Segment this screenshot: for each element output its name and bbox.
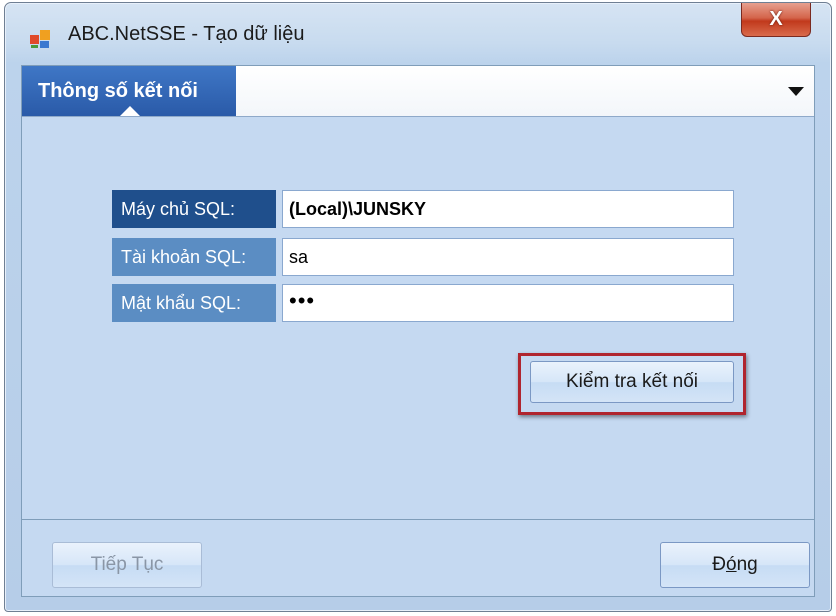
password-input[interactable]: •••	[282, 284, 734, 322]
tab-notch	[120, 106, 140, 116]
chevron-down-icon[interactable]	[784, 80, 808, 102]
window-title: ABC.NetSSE - Tạo dữ liệu	[68, 23, 305, 45]
close-label-accel: ó	[726, 554, 737, 575]
close-label-suffix: ng	[736, 554, 758, 575]
tab-strip: Thông số kết nối	[22, 66, 814, 117]
close-label-prefix: Đ	[712, 554, 726, 575]
password-label: Mật khẩu SQL:	[112, 284, 276, 322]
tab-label: Thông số kết nối	[38, 80, 198, 102]
tab-panel: Máy chủ SQL: (Local)\JUNSKY Tài khoản SQ…	[22, 117, 814, 520]
close-icon: X	[769, 8, 783, 30]
server-row: Máy chủ SQL: (Local)\JUNSKY	[112, 190, 734, 228]
dialog-body: Thông số kết nối Máy chủ SQL: (Local)\JU…	[21, 65, 815, 597]
test-connection-button[interactable]: Kiểm tra kết nối	[530, 361, 734, 403]
server-label: Máy chủ SQL:	[112, 190, 276, 228]
password-row: Mật khẩu SQL: •••	[112, 284, 734, 322]
title-bar: ABC.NetSSE - Tạo dữ liệu X	[5, 3, 831, 63]
close-window-button[interactable]: X	[741, 3, 811, 37]
account-label: Tài khoản SQL:	[112, 238, 276, 276]
close-button[interactable]: Đóng	[660, 542, 810, 588]
tab-connection-settings[interactable]: Thông số kết nối	[22, 66, 236, 116]
dialog-window: ABC.NetSSE - Tạo dữ liệu X Thông số kết …	[4, 2, 832, 612]
account-row: Tài khoản SQL: sa	[112, 238, 734, 276]
account-input[interactable]: sa	[282, 238, 734, 276]
app-icon	[30, 30, 50, 48]
server-input[interactable]: (Local)\JUNSKY	[282, 190, 734, 228]
next-button[interactable]: Tiếp Tục	[52, 542, 202, 588]
